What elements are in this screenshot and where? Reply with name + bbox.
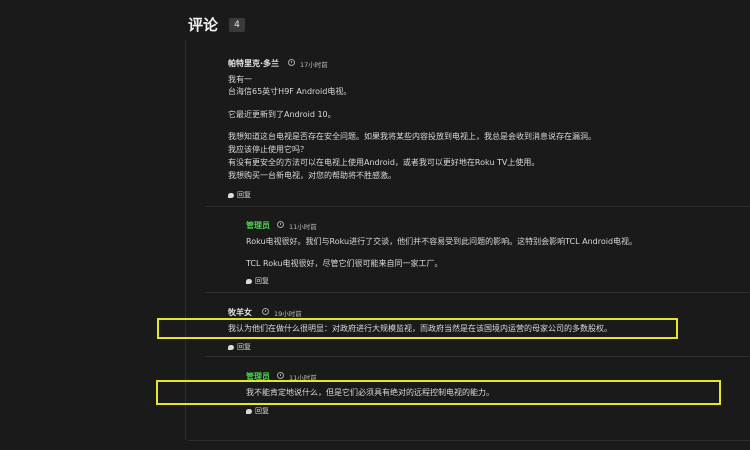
- comment-text-line: 台海信65英寸H9F Android电视。: [228, 87, 352, 96]
- comment-text-line: 它最近更新到了Android 10。: [228, 110, 336, 119]
- comment-text-line: 有没有更安全的方法可以在电视上使用Android，或者我可以更好地在Roku T…: [228, 158, 540, 167]
- clock-icon: [288, 59, 295, 66]
- clock-icon: [277, 372, 284, 379]
- comment-divider: [205, 206, 750, 207]
- reply-label: 回复: [237, 191, 251, 199]
- page-title: 评论: [188, 16, 219, 34]
- reply-icon: [228, 192, 234, 198]
- comment-count-badge: 4: [229, 18, 245, 32]
- comment-time: 19小时前: [274, 310, 302, 318]
- reply-button[interactable]: 回复: [228, 342, 251, 352]
- comment-divider: [205, 356, 750, 357]
- comment-text-line: Roku电视很好。我们与Roku进行了交谈，他们并不容易受到此问题的影响。这特别…: [246, 237, 638, 246]
- comment-text-line: 我想知道这台电视是否存在安全问题。如果我将某些内容投放到电视上，我总是会收到消息…: [228, 132, 596, 141]
- reply-label: 回复: [255, 407, 269, 415]
- comment-author[interactable]: 帕特里克·多兰: [228, 58, 279, 69]
- comment-time: 17小时前: [300, 61, 328, 69]
- comment-text-line: 我不能肯定地说什么，但是它们必须具有绝对的远程控制电视的能力。: [246, 388, 494, 397]
- comment-divider: [188, 440, 750, 441]
- comment-text-line: 我有一: [228, 75, 252, 84]
- comment-text-line: TCL Roku电视很好，尽管它们很可能来自同一家工厂。: [246, 259, 443, 268]
- reply-label: 回复: [255, 277, 269, 285]
- reply-icon: [228, 344, 234, 350]
- clock-icon: [277, 221, 284, 228]
- clock-icon: [262, 308, 269, 315]
- reply-button[interactable]: 回复: [228, 190, 251, 200]
- comment-text-line: 我想购买一台新电视，对您的帮助将不胜感激。: [228, 171, 396, 180]
- comment-time: 11小时前: [289, 223, 317, 231]
- comment-divider: [205, 292, 750, 293]
- reply-button[interactable]: 回复: [246, 276, 269, 286]
- comment-text-line: 我认为他们在做什么很明显：对政府进行大规模监视，而政府当然是在该国境内运营的母家…: [228, 324, 612, 333]
- reply-button[interactable]: 回复: [246, 406, 269, 416]
- reply-icon: [246, 408, 252, 414]
- comment-author-admin[interactable]: 管理员: [246, 220, 270, 231]
- comment-text-line: 我应该停止使用它吗？: [228, 145, 308, 154]
- comment-author[interactable]: 牧羊女: [228, 307, 252, 318]
- reply-icon: [246, 278, 252, 284]
- reply-label: 回复: [237, 343, 251, 351]
